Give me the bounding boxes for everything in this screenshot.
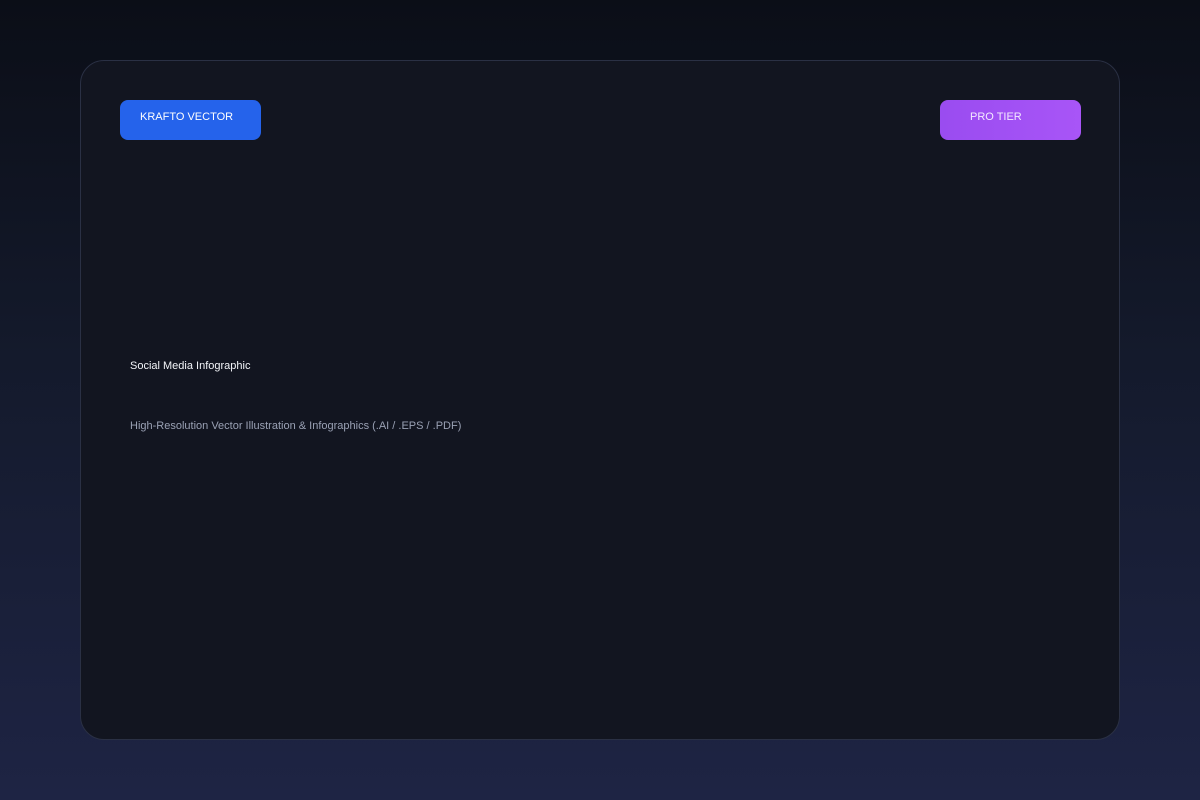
tier-badge[interactable]: PRO TIER (940, 100, 1081, 140)
card-subtitle: High-Resolution Vector Illustration & In… (130, 420, 462, 432)
brand-badge-label: KRAFTO VECTOR (140, 110, 234, 123)
card-title: Social Media Infographic (130, 360, 251, 372)
brand-badge[interactable]: KRAFTO VECTOR (120, 100, 261, 140)
tier-badge-label: PRO TIER (970, 110, 1022, 123)
product-card: KRAFTO VECTOR PRO TIER Social Media Info… (80, 60, 1120, 740)
